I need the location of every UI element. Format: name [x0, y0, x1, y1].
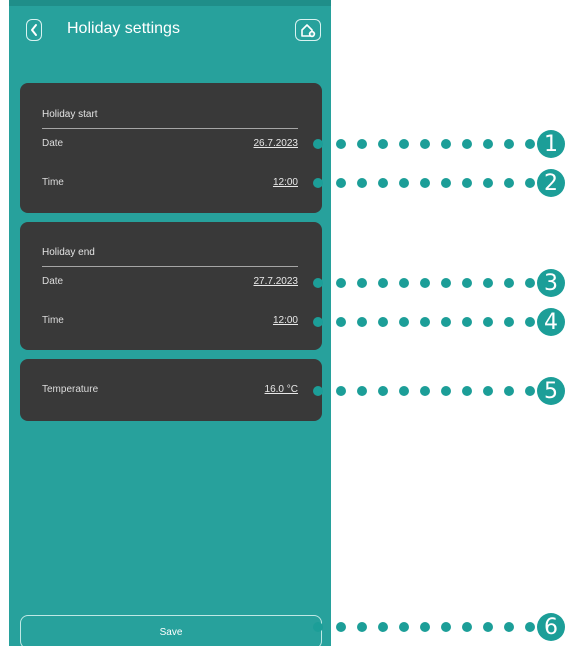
end-date-value[interactable]: 27.7.2023 [254, 276, 299, 287]
home-add-icon [301, 24, 316, 38]
divider [42, 266, 298, 267]
start-time-value[interactable]: 12:00 [273, 177, 298, 188]
temperature-label: Temperature [42, 384, 99, 395]
home-button[interactable] [295, 19, 321, 41]
start-date-value[interactable]: 26.7.2023 [254, 138, 299, 149]
callout-number: 1 [537, 130, 565, 158]
app-screen: Holiday settings Holiday start Date 26.7… [9, 0, 331, 646]
status-bar [9, 0, 331, 6]
callout-number: 6 [537, 613, 565, 641]
page-title: Holiday settings [67, 20, 180, 37]
start-date-label: Date [42, 138, 64, 149]
end-date-label: Date [42, 276, 64, 287]
callout-number: 5 [537, 377, 565, 405]
back-button[interactable] [26, 19, 42, 41]
callout-number: 3 [537, 269, 565, 297]
callout-number: 4 [537, 308, 565, 336]
start-time-label: Time [42, 177, 64, 188]
save-button[interactable]: Save [20, 615, 322, 646]
holiday-end-card: Holiday end Date 27.7.2023 Time 12:00 [20, 222, 322, 350]
holiday-start-card: Holiday start Date 26.7.2023 Time 12:00 [20, 83, 322, 213]
end-time-label: Time [42, 315, 64, 326]
holiday-end-title: Holiday end [42, 247, 95, 258]
divider [42, 128, 298, 129]
callout-number: 2 [537, 169, 565, 197]
temperature-card: Temperature 16.0 °C [20, 359, 322, 421]
temperature-value[interactable]: 16.0 °C [265, 384, 298, 395]
holiday-start-title: Holiday start [42, 109, 98, 120]
chevron-left-icon [31, 24, 37, 36]
end-time-value[interactable]: 12:00 [273, 315, 298, 326]
